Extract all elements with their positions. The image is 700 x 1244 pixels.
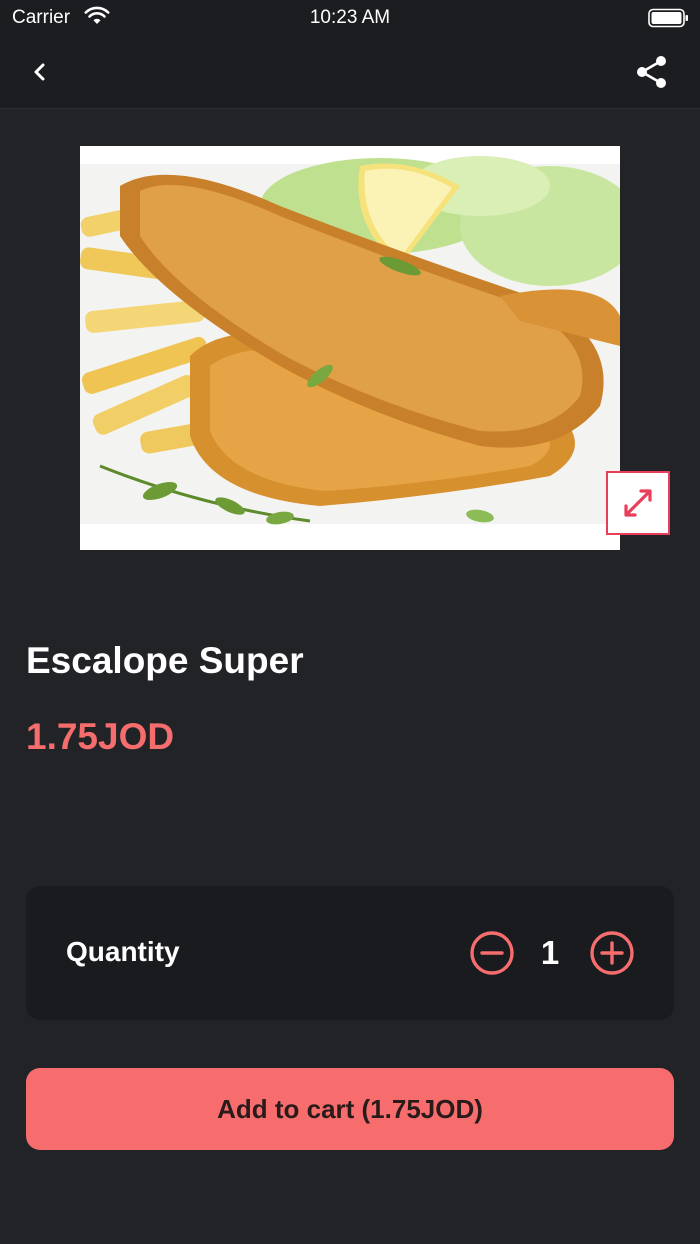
- quantity-value: 1: [540, 934, 560, 971]
- back-chevron-icon[interactable]: [26, 58, 54, 86]
- navigation-bar: [0, 36, 700, 109]
- add-to-cart-button[interactable]: Add to cart (1.75JOD): [26, 1068, 674, 1150]
- product-price: 1.75JOD: [26, 716, 175, 757]
- quantity-card: Quantity 1: [26, 886, 674, 1020]
- expand-image-button[interactable]: [606, 471, 670, 535]
- product-name: Escalope Super: [26, 640, 304, 681]
- food-illustration: [80, 146, 620, 550]
- add-to-cart-label: Add to cart (1.75JOD): [217, 1093, 483, 1124]
- battery-icon: [648, 8, 688, 28]
- share-icon[interactable]: [634, 54, 670, 90]
- expand-arrows-icon: [624, 489, 652, 517]
- quantity-label: Quantity: [66, 936, 180, 967]
- minus-circle-icon[interactable]: [468, 929, 516, 977]
- status-bar: Carrier 10:23 AM: [0, 0, 700, 36]
- plus-circle-icon[interactable]: [588, 929, 636, 977]
- clock: 10:23 AM: [309, 7, 391, 28]
- product-image[interactable]: [80, 146, 620, 550]
